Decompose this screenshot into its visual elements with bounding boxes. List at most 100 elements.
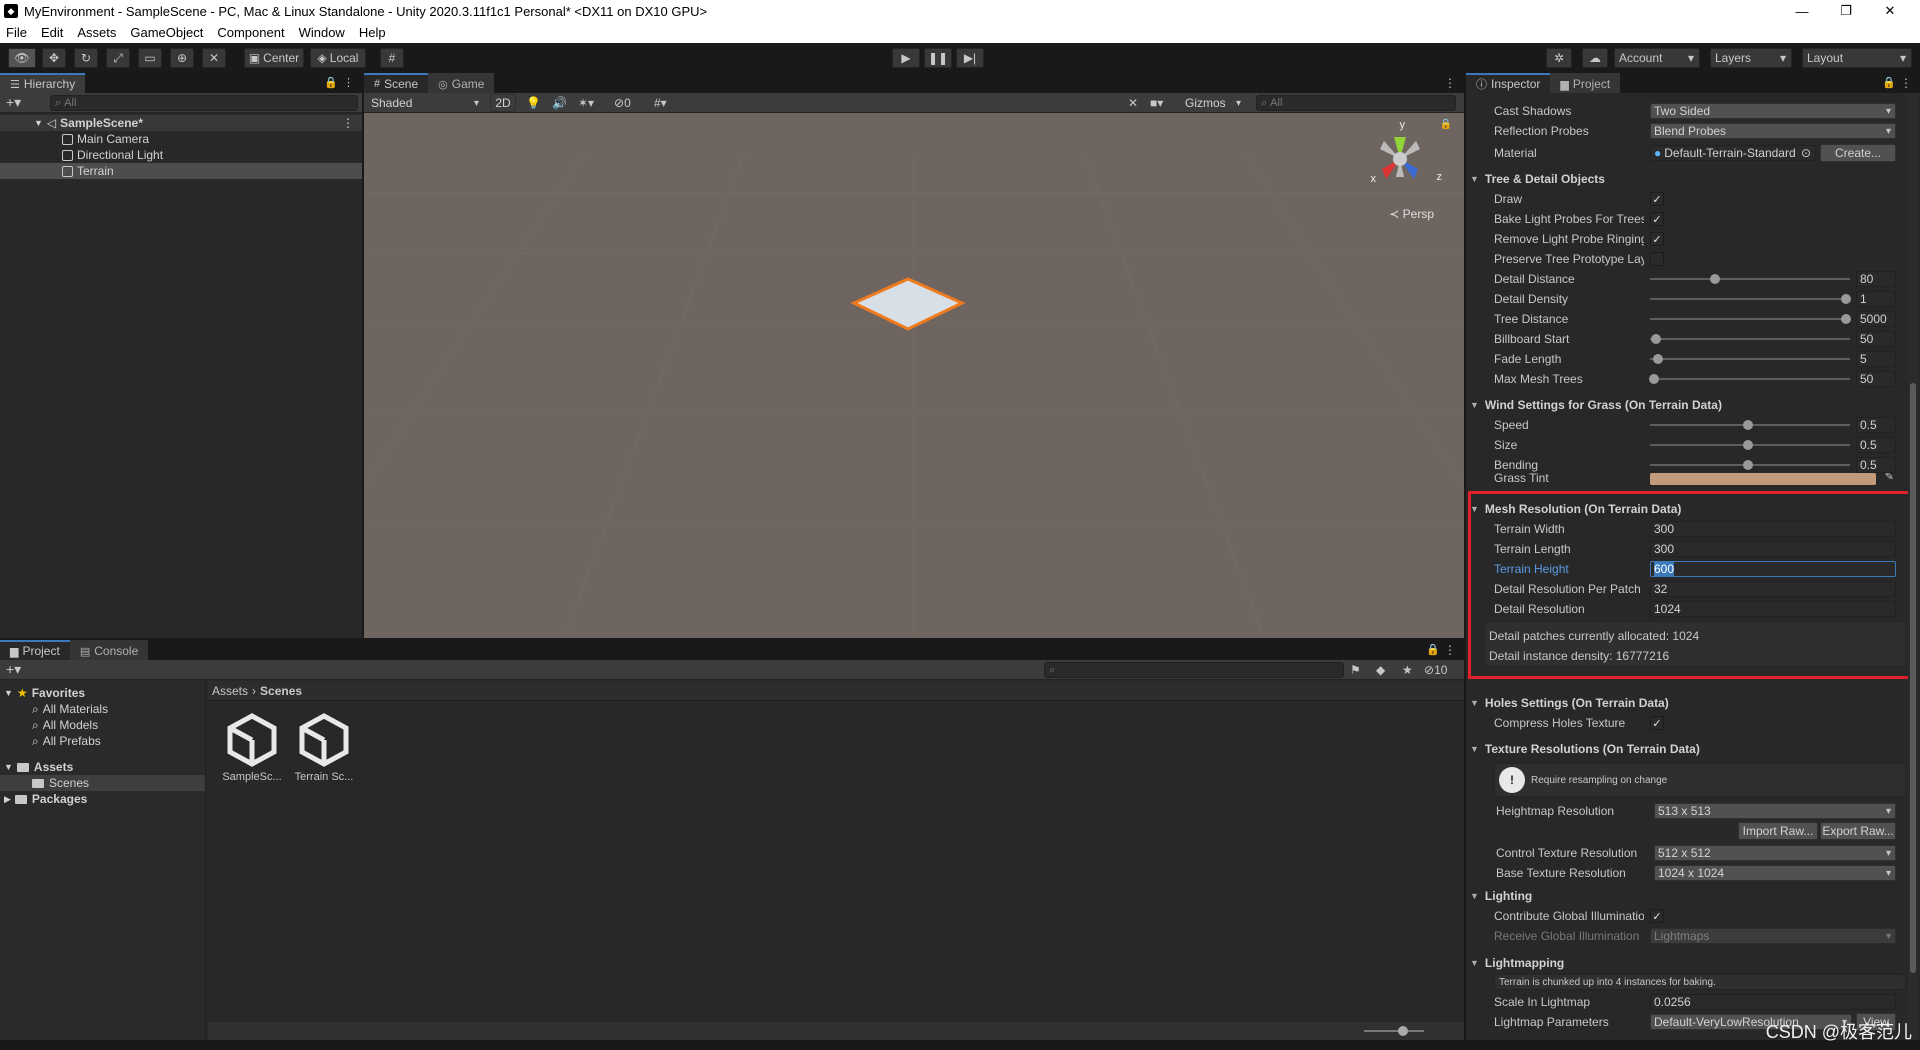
mesh-resolution-section-header[interactable]: ▼ Mesh Resolution (On Terrain Data) [1470,499,1902,519]
slider-knob[interactable] [1743,440,1753,450]
hierarchy-item-terrain[interactable]: Terrain [0,163,362,179]
grid-toggle-icon[interactable]: #▾ [654,96,667,110]
lock-icon[interactable]: 🔒 [324,76,338,89]
assets-row[interactable]: ▼ Assets [0,759,205,775]
hierarchy-search-input[interactable]: ⌕ All [50,95,358,111]
scenes-folder-row[interactable]: Scenes [0,775,205,791]
kebab-menu-icon[interactable]: ⋮ [342,116,354,130]
kebab-menu-icon[interactable]: ⋮ [1444,643,1456,657]
breadcrumb-scenes[interactable]: Scenes [260,684,302,698]
texture-res-section-header[interactable]: ▼ Texture Resolutions (On Terrain Data) [1470,739,1902,759]
favorites-row[interactable]: ▼ ★ Favorites [0,685,205,701]
pivot-center-button[interactable]: ▣ Center [244,48,304,68]
slider-value-field[interactable]: 80 [1856,271,1896,287]
base-tex-dropdown[interactable]: 1024 x 1024 [1654,865,1896,881]
hidden-packages-icon[interactable]: ⊘10 [1424,663,1447,677]
expand-arrow-icon[interactable]: ▶ [4,794,11,805]
receive-gi-dropdown[interactable]: Lightmaps [1650,928,1896,944]
inspector-scrollbar-thumb[interactable] [1910,383,1916,973]
menu-assets[interactable]: Assets [77,25,116,40]
kebab-menu-icon[interactable]: ⋮ [343,76,354,89]
effects-icon[interactable]: ✶▾ [578,96,594,110]
add-icon[interactable]: +▾ [6,94,21,111]
lighting-section-header[interactable]: ▼ Lighting [1470,886,1902,906]
favorite-item[interactable]: ⌕ All Models [0,717,205,733]
step-button[interactable]: ▶| [956,48,984,68]
tab-scene[interactable]: # Scene [364,73,429,93]
expand-arrow-icon[interactable]: ▼ [4,688,13,698]
slider-knob[interactable] [1743,460,1753,470]
hierarchy-item-main-camera[interactable]: Main Camera [0,131,362,147]
contribute-gi-checkbox[interactable]: ✓ [1650,909,1664,923]
menu-window[interactable]: Window [299,25,345,40]
icon-size-slider[interactable] [1364,1030,1424,1032]
lock-icon[interactable]: 🔒 [1426,643,1440,656]
camera-icon[interactable]: ■▾ [1150,96,1163,110]
slider-value-field[interactable]: 5 [1856,351,1896,367]
orientation-gizmo[interactable] [1360,119,1440,199]
reflection-probes-dropdown[interactable]: Blend Probes [1650,123,1896,139]
object-picker-icon[interactable]: ⊙ [1801,146,1811,160]
mesh-row-field[interactable]: 300 [1650,521,1896,537]
tab-project-2[interactable]: ▆ Project [1550,73,1621,93]
lock-icon[interactable]: 🔒 [1882,76,1896,89]
mesh-row-field[interactable]: 32 [1650,581,1896,597]
asset-file[interactable]: Terrain Sc... [292,712,356,792]
expand-arrow-icon[interactable]: ▼ [34,118,43,128]
transform-tool-button[interactable]: ⊕ [170,48,194,68]
kebab-menu-icon[interactable]: ⋮ [1900,76,1912,90]
cloud-button[interactable]: ☁ [1582,48,1608,68]
tab-console[interactable]: ▤ Console [69,640,149,660]
slider-value-field[interactable]: 0.5 [1856,417,1896,433]
tab-project[interactable]: ▆ Project [0,640,70,660]
maximize-button[interactable]: ❐ [1824,0,1868,22]
layout-dropdown[interactable]: Layout ▾ [1802,48,1912,68]
tree-check-checkbox[interactable]: ✓ [1650,212,1664,226]
account-dropdown[interactable]: Account ▾ [1614,48,1700,68]
menu-edit[interactable]: Edit [41,25,63,40]
holes-section-header[interactable]: ▼ Holes Settings (On Terrain Data) [1470,693,1902,713]
tree-detail-section-header[interactable]: ▼ Tree & Detail Objects [1470,169,1902,189]
mesh-row-field[interactable]: 300 [1650,541,1896,557]
lightmapping-section-header[interactable]: ▼ Lightmapping [1470,953,1902,973]
slider-track[interactable] [1650,378,1850,380]
scene-viewport[interactable]: y x z 🔒 ≺ Persp [364,113,1464,638]
icon-size-slider-knob[interactable] [1398,1026,1408,1036]
lock-icon[interactable]: 🔒 [1440,119,1452,130]
heightmap-res-dropdown[interactable]: 513 x 513 [1654,803,1896,819]
slider-knob[interactable] [1709,274,1720,284]
tree-check-checkbox[interactable]: ✓ [1650,192,1664,206]
move-tool-button[interactable]: ✥ [42,48,66,68]
slider-knob[interactable] [1648,374,1659,384]
pivot-local-button[interactable]: ◈ Local [310,48,366,68]
slider-track[interactable] [1650,298,1850,300]
slider-value-field[interactable]: 0.5 [1856,437,1896,453]
favorite-item[interactable]: ⌕ All Materials [0,701,205,717]
slider-value-field[interactable]: 5000 [1856,311,1896,327]
compress-holes-checkbox[interactable]: ✓ [1650,716,1664,730]
menu-gameobject[interactable]: GameObject [130,25,203,40]
cast-shadows-dropdown[interactable]: Two Sided [1650,103,1896,119]
rect-tool-button[interactable]: ▭ [138,48,162,68]
project-search-input[interactable]: ⌕ [1044,662,1344,678]
slider-knob[interactable] [1652,354,1663,364]
hidden-objects-icon[interactable]: ⊘0 [614,96,631,110]
hierarchy-item-directional-light[interactable]: Directional Light [0,147,362,163]
slider-value-field[interactable]: 0.5 [1856,457,1896,473]
menu-component[interactable]: Component [217,25,284,40]
tab-game[interactable]: ◎ Game [428,73,495,93]
add-icon[interactable]: +▾ [6,661,21,678]
scale-lightmap-field[interactable]: 0.0256 [1650,994,1896,1010]
breadcrumb-assets[interactable]: Assets [212,684,248,698]
filter-type-icon[interactable]: ⚑ [1350,663,1361,677]
rotate-tool-button[interactable]: ↻ [74,48,98,68]
tree-check-checkbox[interactable]: ✓ [1650,232,1664,246]
slider-track[interactable] [1650,338,1850,340]
gizmos-dropdown[interactable]: Gizmos [1180,94,1246,112]
menu-help[interactable]: Help [359,25,386,40]
mesh-row-field[interactable]: 600 [1650,561,1896,577]
view-tool-button[interactable]: 👁 [8,48,36,68]
menu-file[interactable]: File [6,25,27,40]
slider-knob[interactable] [1650,334,1661,344]
label-icon[interactable]: ◆ [1376,663,1385,677]
